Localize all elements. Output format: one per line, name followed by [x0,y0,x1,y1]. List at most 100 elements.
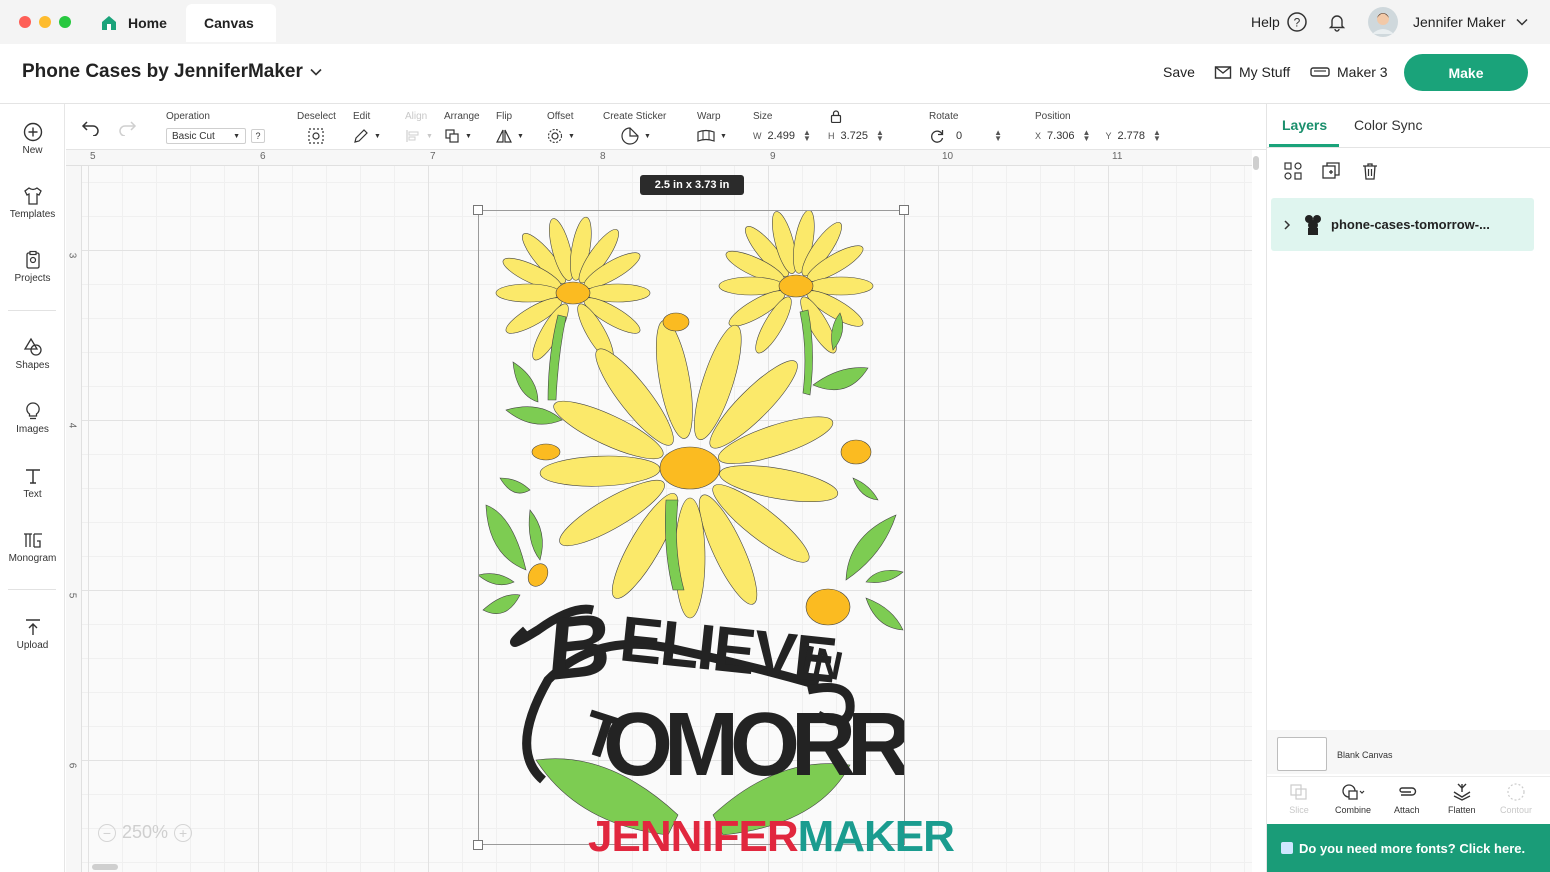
project-title-dropdown[interactable]: Phone Cases by JenniferMaker [22,61,323,83]
sidebar-item-new[interactable]: New [0,122,65,156]
minimize-window-button[interactable] [39,16,51,28]
height-stepper-icon[interactable]: ▲ ▼ [876,129,884,143]
tab-color-sync[interactable]: Color Sync [1354,117,1422,133]
contour-label: Contour [1500,805,1533,815]
offset-group[interactable]: Offset ▼ [547,110,575,145]
zoom-in-icon[interactable]: + [174,823,193,842]
resize-handle-top-right[interactable] [899,205,909,215]
caret-down-icon: ▼ [517,132,524,140]
sidebar-item-label: Text [23,489,42,500]
brand-watermark: JENNIFERMAKER [588,812,955,862]
combine-button[interactable]: Combine [1335,783,1371,815]
blank-canvas-label: Blank Canvas [1337,750,1393,760]
selection-bounding-box [478,210,905,845]
flip-group[interactable]: Flip ▼ [496,110,524,145]
ruler-tick: 4 [66,422,78,429]
warp-group[interactable]: Warp ▼ [697,110,727,145]
ruler-tick: 10 [942,151,954,162]
blank-canvas-swatch[interactable] [1277,737,1327,771]
ruler-tick: 5 [66,592,78,599]
flatten-icon [1453,783,1471,801]
rotate-value: 0 [956,130,963,142]
machine-button[interactable]: Maker 3 [1310,64,1388,80]
duplicate-icon[interactable] [1321,161,1341,181]
contour-button[interactable]: Contour [1500,783,1532,815]
sidebar-item-projects[interactable]: Projects [0,250,65,284]
flatten-label: Flatten [1448,805,1476,815]
x-position-field[interactable]: X 7.306 ▲ ▼ [1035,128,1090,144]
x-stepper-icon[interactable]: ▲ ▼ [1083,129,1091,143]
ruler-tick: 8 [600,151,606,162]
sidebar-item-shapes[interactable]: Shapes [0,337,65,371]
warp-icon [697,129,715,142]
y-position-field[interactable]: Y 2.778 ▲ ▼ [1105,128,1160,144]
position-label: Position [1035,111,1071,122]
chevron-down-icon [310,68,322,76]
flatten-button[interactable]: Flatten [1448,783,1476,815]
flip-label: Flip [496,111,513,122]
make-button[interactable]: Make [1404,54,1528,91]
notifications-button[interactable] [1327,0,1347,44]
height-field[interactable]: H 3.725 ▲ ▼ [828,128,884,144]
vertical-scrollbar[interactable] [1253,156,1259,170]
rotate-stepper-icon[interactable]: ▲ ▼ [994,129,1002,143]
sidebar-item-monogram[interactable]: Monogram [0,530,65,564]
cutting-machine-icon [1310,67,1330,77]
redo-icon[interactable] [117,120,137,136]
deselect-group[interactable]: Deselect [297,110,336,145]
sidebar-item-templates[interactable]: Templates [0,186,65,220]
width-value: 2.499 [767,130,796,142]
font-icon [1281,842,1293,854]
offset-label: Offset [547,111,574,122]
lock-icon[interactable] [830,110,842,123]
zoom-out-icon[interactable]: − [98,823,116,842]
tab-home[interactable]: Home [86,4,186,42]
ruler-tick: 9 [770,151,776,162]
caret-down-icon: ▼ [465,132,472,140]
more-fonts-banner[interactable]: Do you need more fonts? Click here. [1267,824,1550,872]
y-stepper-icon[interactable]: ▲ ▼ [1153,129,1161,143]
layer-item[interactable]: phone-cases-tomorrow-... [1271,198,1534,251]
sidebar-item-text[interactable]: Text [0,466,65,500]
tab-layers[interactable]: Layers [1282,117,1327,133]
sidebar-item-upload[interactable]: Upload [0,617,65,651]
chevron-right-icon[interactable] [1281,219,1293,231]
arrange-group[interactable]: Arrange ▼ [444,110,480,145]
blank-canvas-row[interactable]: Blank Canvas [1267,730,1550,774]
width-field[interactable]: W 2.499 ▲ ▼ [753,128,811,144]
operation-help-button[interactable]: ? [251,129,265,143]
title-bar: Home Canvas Help ? Jennifer Maker [0,0,1550,44]
user-menu[interactable]: Jennifer Maker [1367,0,1529,44]
my-stuff-button[interactable]: My Stuff [1214,64,1290,80]
width-stepper-icon[interactable]: ▲ ▼ [803,129,811,143]
undo-icon[interactable] [81,120,101,136]
close-window-button[interactable] [19,16,31,28]
sidebar-item-images[interactable]: Images [0,401,65,435]
resize-handle-bottom-left[interactable] [473,840,483,850]
create-sticker-group[interactable]: Create Sticker ▼ [603,110,666,145]
tab-canvas[interactable]: Canvas [186,4,276,42]
sidebar-divider [8,310,56,311]
avatar [1368,7,1398,37]
edit-group[interactable]: Edit ▼ [353,110,381,145]
save-button[interactable]: Save [1163,64,1195,80]
group-icon[interactable] [1283,161,1303,181]
operation-value: Basic Cut [172,130,215,142]
x-label: X [1035,131,1042,141]
offset-icon [547,128,563,144]
operation-select[interactable]: Basic Cut ▼ [166,128,246,144]
zoom-level: 250% [122,822,169,842]
horizontal-scrollbar[interactable] [92,864,118,870]
rotate-field[interactable]: 0 ▲ ▼ [956,128,1002,144]
resize-handle-top-left[interactable] [473,205,483,215]
attach-button[interactable]: Attach [1394,783,1420,815]
trash-icon[interactable] [1360,161,1380,181]
combine-label: Combine [1335,805,1372,815]
slice-button[interactable]: Slice [1289,783,1309,815]
upload-icon [25,619,40,635]
align-group[interactable]: Align ▼ [405,110,433,145]
zoom-control: − 250% + [98,822,193,843]
monogram-icon [23,533,42,548]
maximize-window-button[interactable] [59,16,71,28]
help-button[interactable]: Help ? [1251,0,1308,44]
